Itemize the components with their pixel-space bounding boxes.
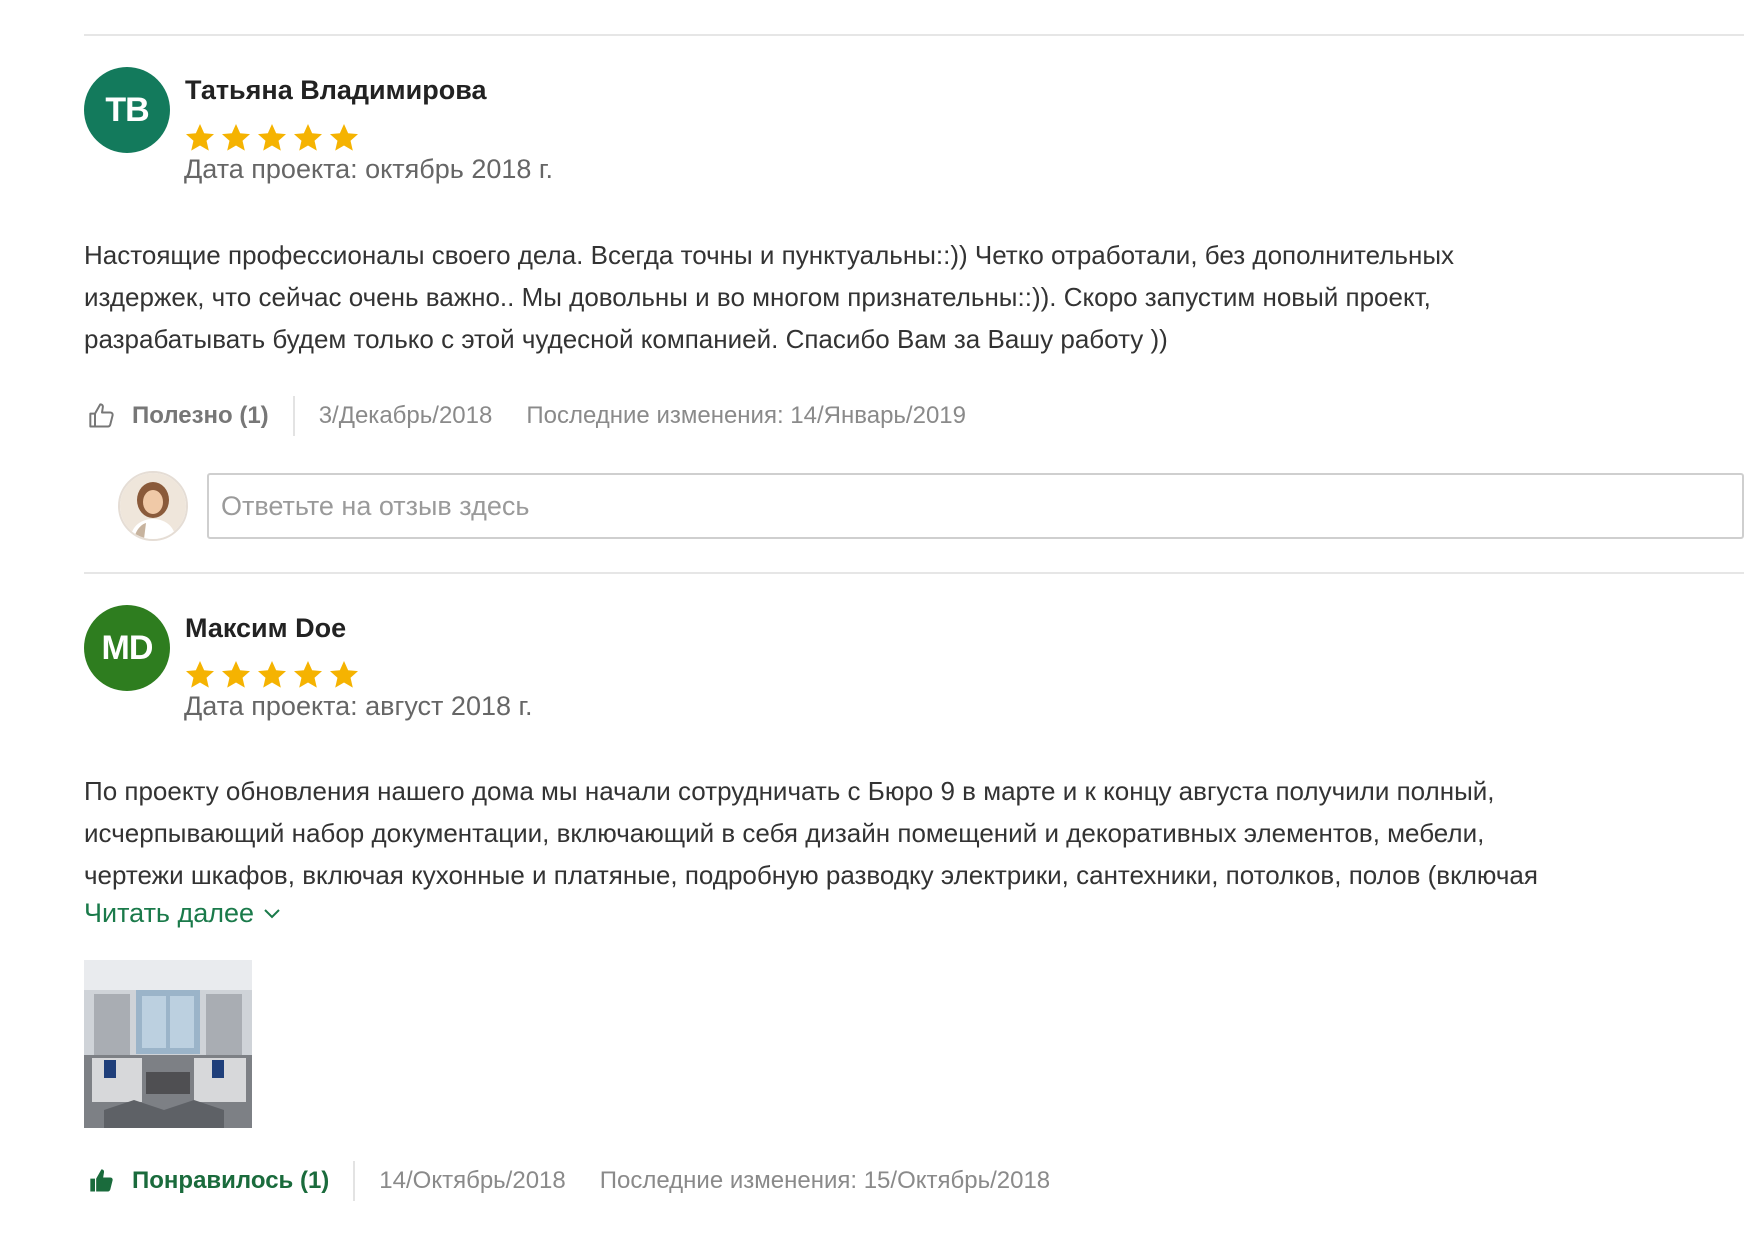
star-icon — [186, 124, 214, 151]
review-text-line: издержек, что сейчас очень важно.. Мы до… — [84, 282, 1431, 312]
footer-separator — [292, 396, 295, 436]
avatar: ТВ — [84, 67, 170, 153]
star-icon — [294, 661, 322, 688]
project-date: Дата проекта: август 2018 г. — [184, 691, 533, 721]
review-footer: Полезно (1) 3/Декабрь/2018 Последние изм… — [88, 396, 966, 436]
last-modified: Последние изменения: 14/Январь/2019 — [526, 402, 966, 429]
review-text-line: исчерпывающий набор документации, включа… — [84, 818, 1485, 848]
thumbs-up-filled-icon — [90, 1169, 113, 1192]
star-icon — [330, 124, 358, 151]
star-icon — [222, 661, 250, 688]
star-icon — [186, 661, 214, 688]
reviewer-name[interactable]: Татьяна Владимирова — [185, 75, 486, 106]
star-icon — [222, 124, 250, 151]
helpful-button[interactable]: Полезно (1) — [88, 402, 269, 430]
review-footer: Понравилось (1) 14/Октябрь/2018 Последни… — [88, 1161, 1050, 1201]
review-date: 14/Октябрь/2018 — [379, 1167, 566, 1194]
review-divider — [84, 572, 1744, 574]
thumbs-up-outline-icon — [89, 403, 114, 428]
star-rating — [184, 122, 360, 154]
review-date: 3/Декабрь/2018 — [318, 402, 493, 429]
read-more-label: Читать далее — [84, 898, 255, 928]
reply-input[interactable] — [207, 473, 1744, 539]
like-label: Понравилось (1) — [132, 1167, 330, 1194]
like-button[interactable]: Понравилось (1) — [88, 1167, 329, 1195]
review-text-line: Настоящие профессионалы своего дела. Все… — [84, 240, 1455, 270]
last-modified: Последние изменения: 15/Октябрь/2018 — [599, 1167, 1051, 1194]
chevron-down-icon — [264, 908, 280, 918]
top-divider — [84, 34, 1744, 36]
review-text: Настоящие профессионалы своего дела. Все… — [84, 234, 1454, 360]
review-text: По проекту обновления нашего дома мы нач… — [84, 770, 1538, 896]
project-date: Дата проекта: октябрь 2018 г. — [184, 154, 553, 184]
star-icon — [258, 124, 286, 151]
helpful-label: Полезно (1) — [132, 402, 269, 429]
footer-separator — [353, 1161, 356, 1201]
avatar: MD — [84, 605, 170, 691]
user-avatar — [118, 471, 188, 541]
star-icon — [330, 661, 358, 688]
star-rating — [184, 659, 360, 691]
read-more-link[interactable]: Читать далее — [84, 898, 282, 929]
review-text-line: разрабатывать будем только с этой чудесн… — [84, 324, 1168, 354]
review-text-line: чертежи шкафов, включая кухонные и платя… — [84, 860, 1538, 890]
star-icon — [258, 661, 286, 688]
review-text-line: По проекту обновления нашего дома мы нач… — [84, 776, 1495, 806]
review-photo[interactable] — [84, 960, 252, 1128]
star-icon — [294, 124, 322, 151]
reviewer-name[interactable]: Максим Doe — [185, 613, 346, 644]
